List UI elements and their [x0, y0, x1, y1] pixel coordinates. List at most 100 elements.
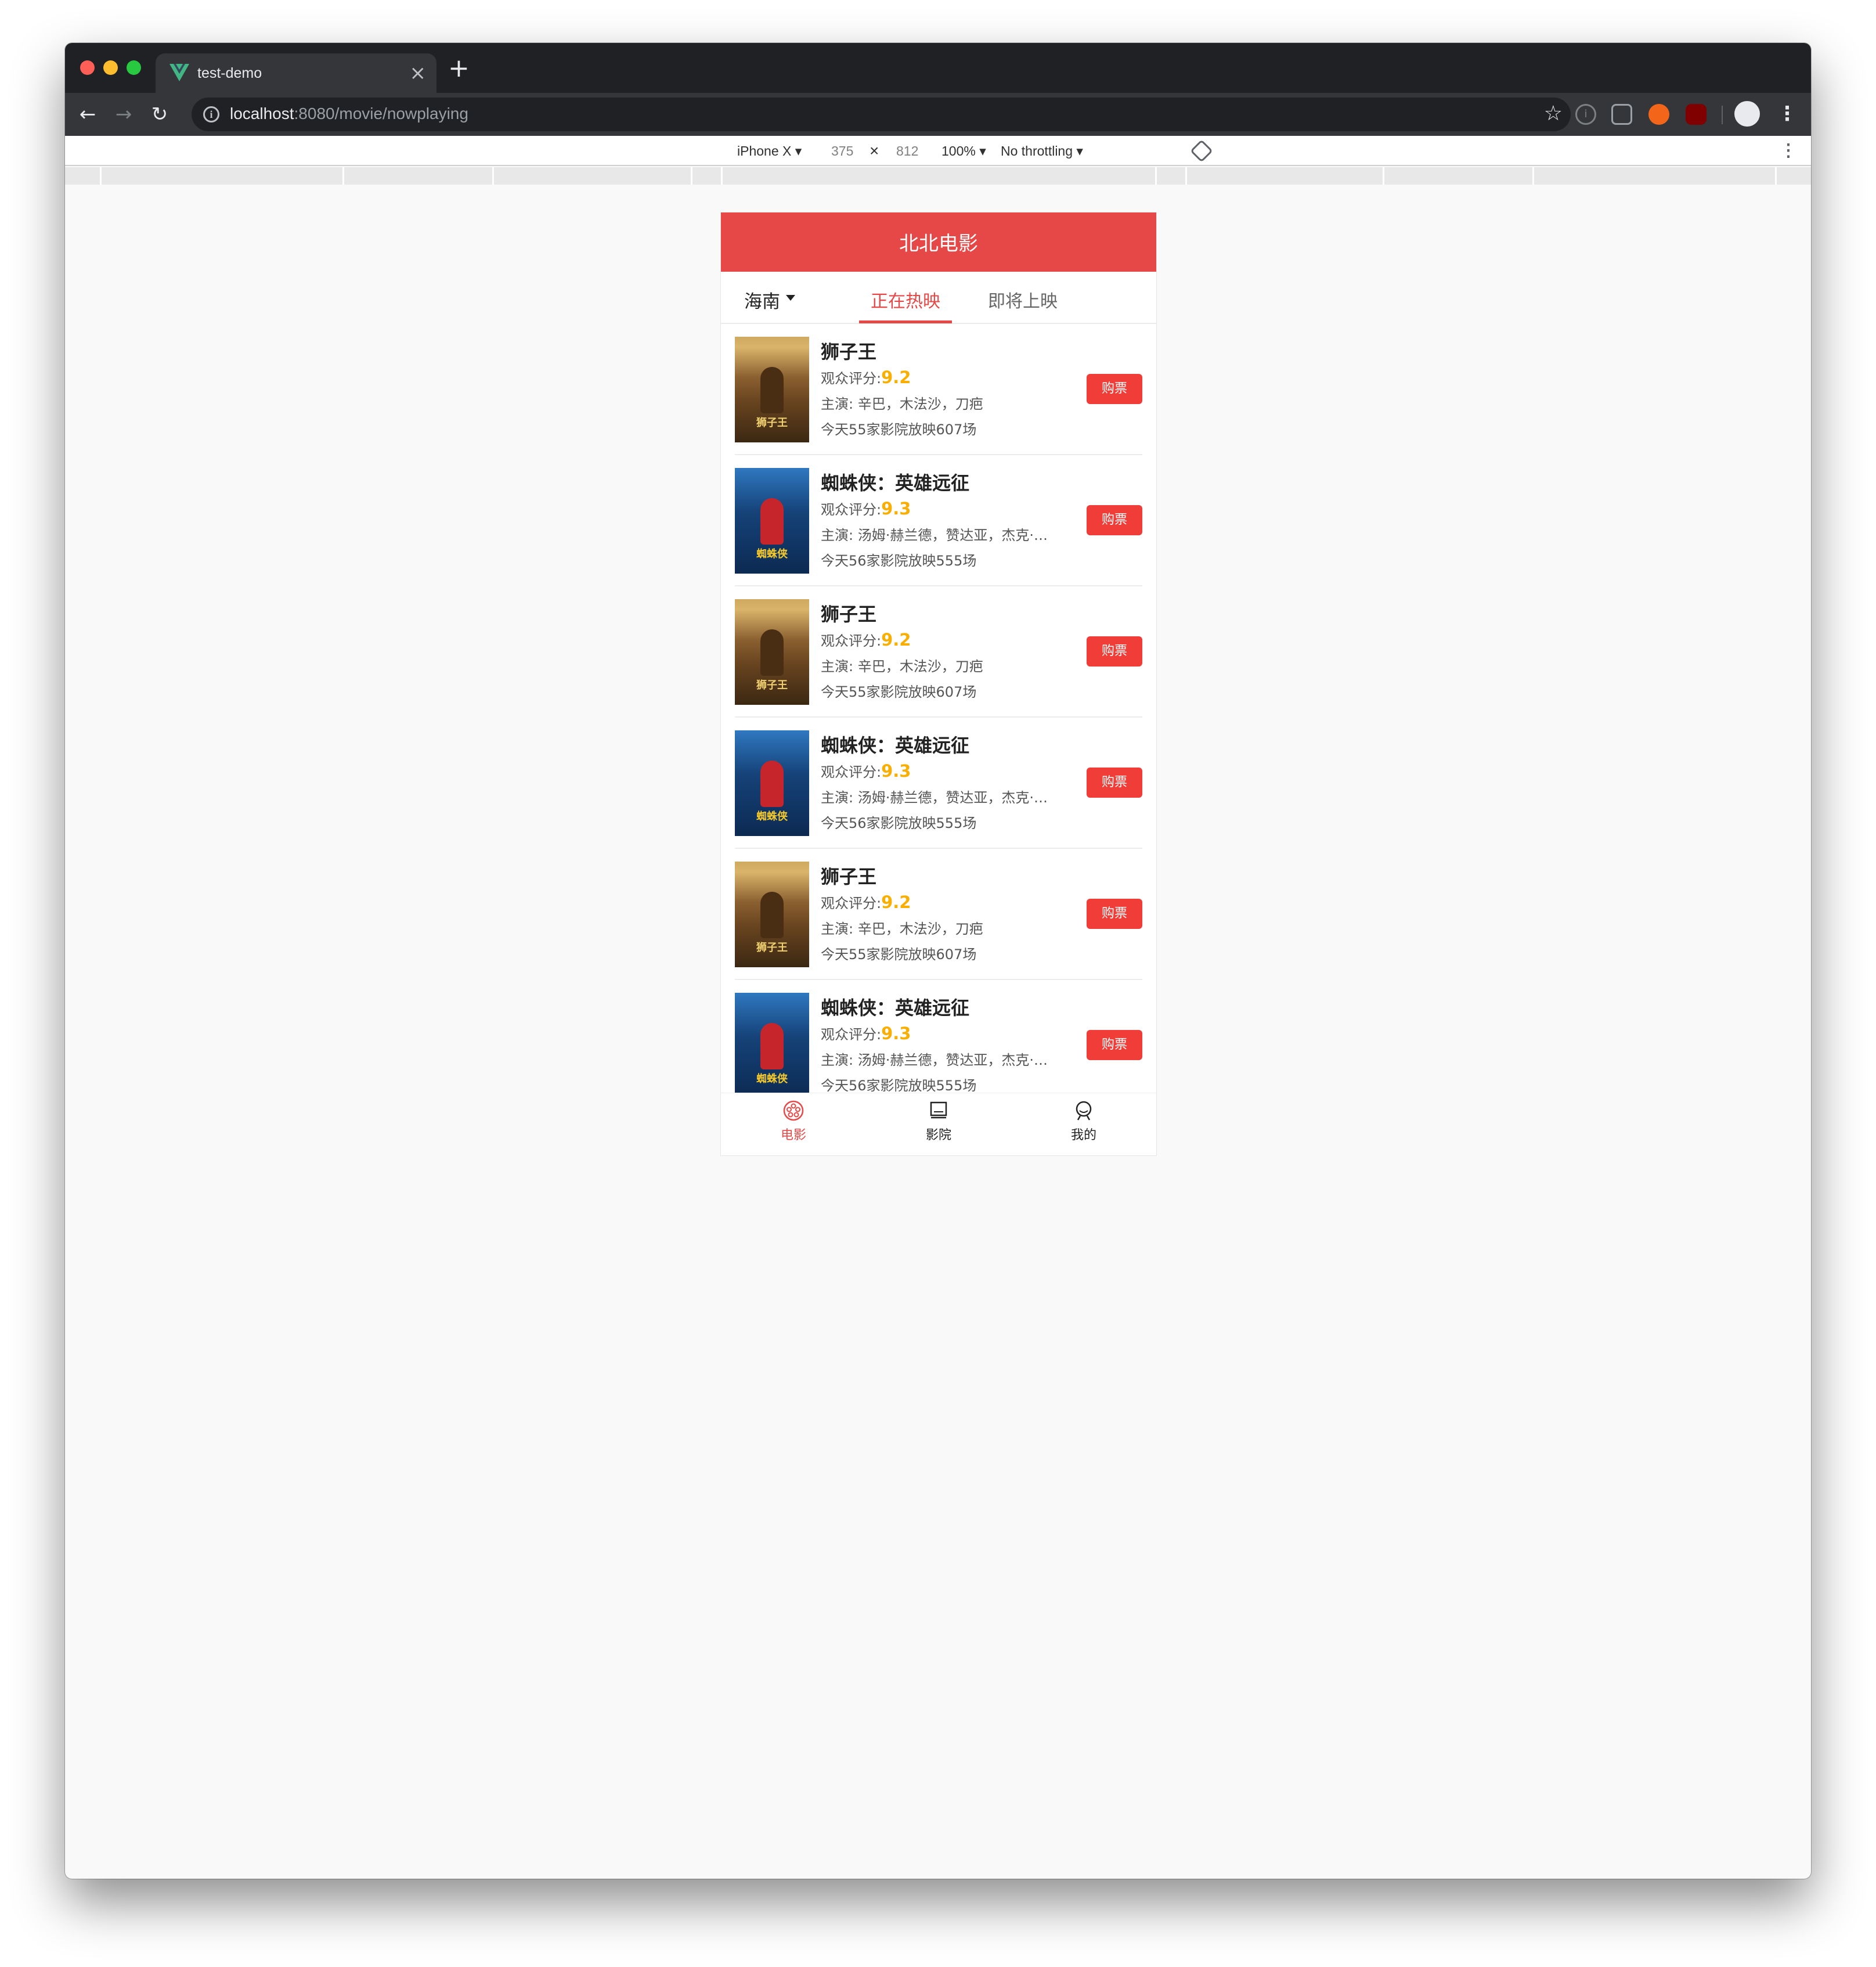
browser-tab[interactable]: test-demo ×: [156, 53, 436, 93]
zoom-select[interactable]: 100% ▾: [941, 143, 986, 159]
site-info-icon[interactable]: i: [203, 106, 219, 123]
caret-down-icon[interactable]: [786, 295, 795, 301]
buy-ticket-button[interactable]: 购票: [1087, 899, 1142, 929]
score-label: 观众评分:: [821, 764, 882, 780]
viewport-height[interactable]: 812: [896, 143, 918, 159]
device-toolbar: iPhone X ▾ 375 × 812 100% ▾ No throttlin…: [65, 136, 1811, 166]
movie-score: 9.2: [881, 892, 911, 912]
movie-info: 狮子王 观众评分:9.2 主演: 辛巴，木法沙，刀疤 今天55家影院放映607场: [821, 339, 1065, 442]
browser-window: test-demo × + ← → ↻ i localhost:8080/mov…: [65, 43, 1811, 1879]
movie-score: 9.3: [881, 499, 911, 518]
movie-title: 狮子王: [821, 341, 877, 363]
movie-poster[interactable]: 狮子王: [735, 862, 809, 967]
movie-item[interactable]: 蜘蛛侠 蜘蛛侠：英雄远征 观众评分:9.3 主演: 汤姆·赫兰德，赞达亚，杰克·…: [735, 455, 1142, 586]
ruler-mark: [691, 167, 692, 185]
app-title: 北北电影: [899, 232, 978, 255]
forward-arrow-icon[interactable]: →: [109, 99, 138, 130]
buy-ticket-button[interactable]: 购票: [1087, 768, 1142, 798]
nav-movies[interactable]: 电影: [721, 1099, 866, 1143]
device-select[interactable]: iPhone X ▾: [737, 143, 802, 159]
buy-ticket-button[interactable]: 购票: [1087, 505, 1142, 535]
ruler-mark: [1155, 167, 1157, 185]
poster-figure: [760, 498, 784, 545]
url-path: :8080/movie/nowplaying: [294, 105, 468, 123]
movie-title: 狮子王: [821, 603, 877, 625]
movie-score: 9.2: [881, 368, 911, 387]
browser-menu-icon[interactable]: ⋮: [1777, 102, 1797, 125]
movie-score: 9.3: [881, 1024, 911, 1043]
movie-showtimes: 今天56家影院放映555场: [821, 553, 977, 569]
score-label: 观众评分:: [821, 502, 882, 518]
score-label: 观众评分:: [821, 633, 882, 649]
movie-item[interactable]: 蜘蛛侠 蜘蛛侠：英雄远征 观众评分:9.3 主演: 汤姆·赫兰德，赞达亚，杰克·…: [735, 980, 1142, 1093]
bookmark-star-icon[interactable]: ☆: [1544, 101, 1563, 127]
bottom-nav: 电影 影院 我的: [721, 1093, 1156, 1155]
app-header: 北北电影: [721, 212, 1156, 272]
movie-score: 9.2: [881, 630, 911, 650]
movie-actors: 主演: 辛巴，木法沙，刀疤: [821, 396, 983, 412]
tab-close-icon[interactable]: ×: [410, 62, 427, 85]
throttling-select[interactable]: No throttling ▾: [1001, 143, 1083, 159]
movie-title: 蜘蛛侠：英雄远征: [821, 472, 970, 494]
movie-score-line: 观众评分:9.2: [821, 365, 1059, 391]
device-menu-icon[interactable]: ⋮: [1780, 140, 1797, 161]
profile-avatar[interactable]: [1734, 101, 1760, 127]
rotate-icon[interactable]: [1190, 139, 1213, 163]
movie-item[interactable]: 狮子王 狮子王 观众评分:9.2 主演: 辛巴，木法沙，刀疤 今天55家影院放映…: [735, 586, 1142, 718]
reload-icon[interactable]: ↻: [145, 99, 174, 130]
nav-cinemas[interactable]: 影院: [866, 1099, 1011, 1143]
buy-ticket-button[interactable]: 购票: [1087, 636, 1142, 667]
movie-showtimes: 今天55家影院放映607场: [821, 422, 977, 438]
buy-ticket-button[interactable]: 购票: [1087, 374, 1142, 404]
back-arrow-icon[interactable]: ←: [73, 99, 102, 130]
viewport-width[interactable]: 375: [831, 143, 853, 159]
movie-poster[interactable]: 蜘蛛侠: [735, 993, 809, 1093]
movie-info: 蜘蛛侠：英雄远征 观众评分:9.3 主演: 汤姆·赫兰德，赞达亚，杰克·吉伦哈尔…: [821, 470, 1065, 574]
movie-actors: 主演: 汤姆·赫兰德，赞达亚，杰克·吉伦哈尔: [821, 790, 1059, 806]
ruler-mark: [342, 167, 344, 185]
poster-figure: [760, 761, 784, 807]
city-selector[interactable]: 海南: [744, 287, 780, 313]
tab-coming-soon[interactable]: 即将上映: [976, 287, 1069, 312]
movie-info: 狮子王 观众评分:9.2 主演: 辛巴，木法沙，刀疤 今天55家影院放映607场: [821, 864, 1065, 967]
movie-item[interactable]: 狮子王 狮子王 观众评分:9.2 主演: 辛巴，木法沙，刀疤 今天55家影院放映…: [735, 849, 1142, 980]
close-window-button[interactable]: [80, 60, 95, 75]
movie-item[interactable]: 蜘蛛侠 蜘蛛侠：英雄远征 观众评分:9.3 主演: 汤姆·赫兰德，赞达亚，杰克·…: [735, 718, 1142, 849]
poster-figure: [760, 367, 784, 413]
movie-showtimes: 今天56家影院放映555场: [821, 1078, 977, 1093]
movie-poster[interactable]: 狮子王: [735, 599, 809, 705]
tab-now-playing[interactable]: 正在热映: [859, 287, 952, 312]
movie-poster[interactable]: 狮子王: [735, 337, 809, 442]
movie-title: 蜘蛛侠：英雄远征: [821, 997, 970, 1019]
cinema-screen-icon: [930, 1101, 947, 1119]
user-profile-icon: [1076, 1101, 1092, 1121]
extension-ublock-icon[interactable]: [1686, 104, 1707, 125]
dimension-times: ×: [870, 142, 879, 160]
tab-title: test-demo: [197, 65, 262, 81]
extension-orange-icon[interactable]: [1648, 104, 1669, 125]
score-label: 观众评分:: [821, 370, 882, 387]
poster-title: 狮子王: [756, 679, 788, 691]
new-tab-button[interactable]: +: [448, 56, 470, 81]
poster-title: 狮子王: [756, 417, 788, 429]
movie-showtimes: 今天55家影院放映607场: [821, 946, 977, 963]
minimize-window-button[interactable]: [103, 60, 118, 75]
nav-profile-label: 我的: [1070, 1128, 1096, 1143]
poster-title: 蜘蛛侠: [756, 1073, 788, 1085]
movie-poster[interactable]: 蜘蛛侠: [735, 468, 809, 574]
device-name: iPhone X: [737, 143, 792, 158]
movie-tabs-bar: 海南 正在热映 即将上映: [721, 272, 1156, 324]
maximize-window-button[interactable]: [127, 60, 141, 75]
nav-profile[interactable]: 我的: [1011, 1099, 1156, 1143]
extension-reader-icon[interactable]: [1611, 104, 1632, 125]
browser-toolbar: ← → ↻ i localhost:8080/movie/nowplaying …: [65, 93, 1811, 136]
movie-list: 狮子王 狮子王 观众评分:9.2 主演: 辛巴，木法沙，刀疤 今天55家影院放映…: [721, 324, 1156, 1093]
movie-info: 蜘蛛侠：英雄远征 观众评分:9.3 主演: 汤姆·赫兰德，赞达亚，杰克·吉伦哈尔…: [821, 733, 1065, 836]
movie-item[interactable]: 狮子王 狮子王 观众评分:9.2 主演: 辛巴，木法沙，刀疤 今天55家影院放映…: [735, 324, 1142, 455]
url-text: localhost:8080/movie/nowplaying: [230, 105, 468, 123]
buy-ticket-button[interactable]: 购票: [1087, 1030, 1142, 1060]
address-bar[interactable]: i localhost:8080/movie/nowplaying ☆: [192, 98, 1571, 131]
movie-info: 狮子王 观众评分:9.2 主演: 辛巴，木法沙，刀疤 今天55家影院放映607场: [821, 601, 1065, 705]
movie-poster[interactable]: 蜘蛛侠: [735, 730, 809, 836]
extension-info-icon[interactable]: i: [1575, 104, 1596, 125]
